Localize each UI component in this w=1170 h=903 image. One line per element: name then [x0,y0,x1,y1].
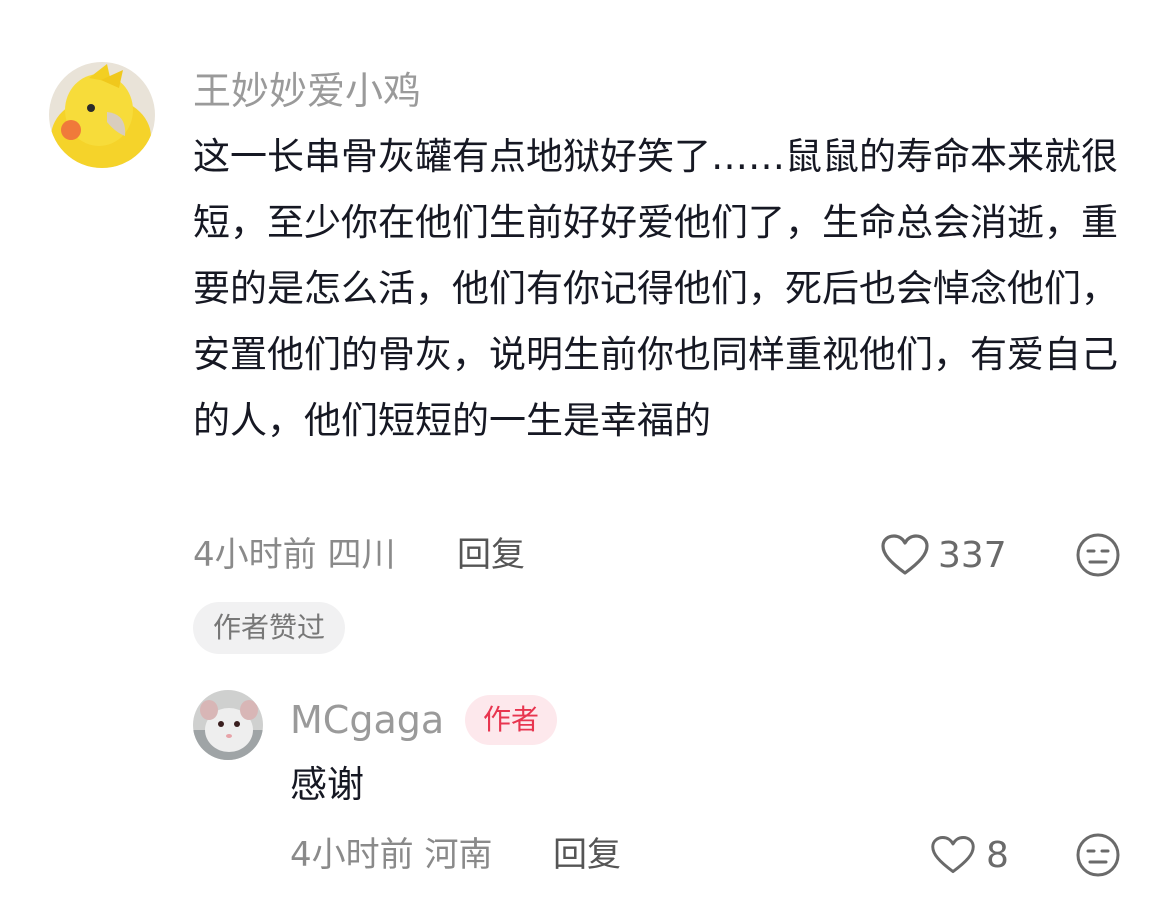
rat-avatar-icon [193,690,263,760]
meh-face-icon [1076,833,1120,877]
commenter-avatar[interactable] [49,62,155,168]
cockatiel-avatar-icon [49,62,155,168]
reply-location: 河南 [424,835,493,875]
commenter-username[interactable]: 王妙妙爱小鸡 [193,68,421,114]
reply-like-count: 8 [986,835,1009,876]
reply-avatar[interactable] [193,690,263,760]
comment-like-count: 337 [938,535,1007,576]
comment-reply-button[interactable]: 回复 [457,533,525,577]
reply-username[interactable]: MCgaga [290,697,444,743]
reply-meta: 4小时前 河南 [290,833,492,877]
comment-meta: 4小时前 四川 [193,533,395,577]
reply-dislike-button[interactable] [1075,832,1121,878]
comment-location: 四川 [327,535,396,575]
reply-text: 感谢 [290,763,364,806]
author-liked-badge: 作者赞过 [193,602,346,654]
heart-icon [881,534,929,575]
reply-like-button[interactable] [930,834,976,876]
meh-face-icon [1076,533,1120,577]
reply-reply-button[interactable]: 回复 [553,833,621,877]
heart-icon [931,836,975,874]
comment-text: 这一长串骨灰罐有点地狱好笑了……鼠鼠的寿命本来就很短，至少你在他们生前好好爱他们… [193,135,1118,442]
comment-dislike-button[interactable] [1075,532,1121,578]
comment-like-button[interactable] [880,533,930,577]
author-badge: 作者 [465,695,558,745]
reply-time: 4小时前 [290,835,414,875]
comment-time: 4小时前 [193,535,317,575]
